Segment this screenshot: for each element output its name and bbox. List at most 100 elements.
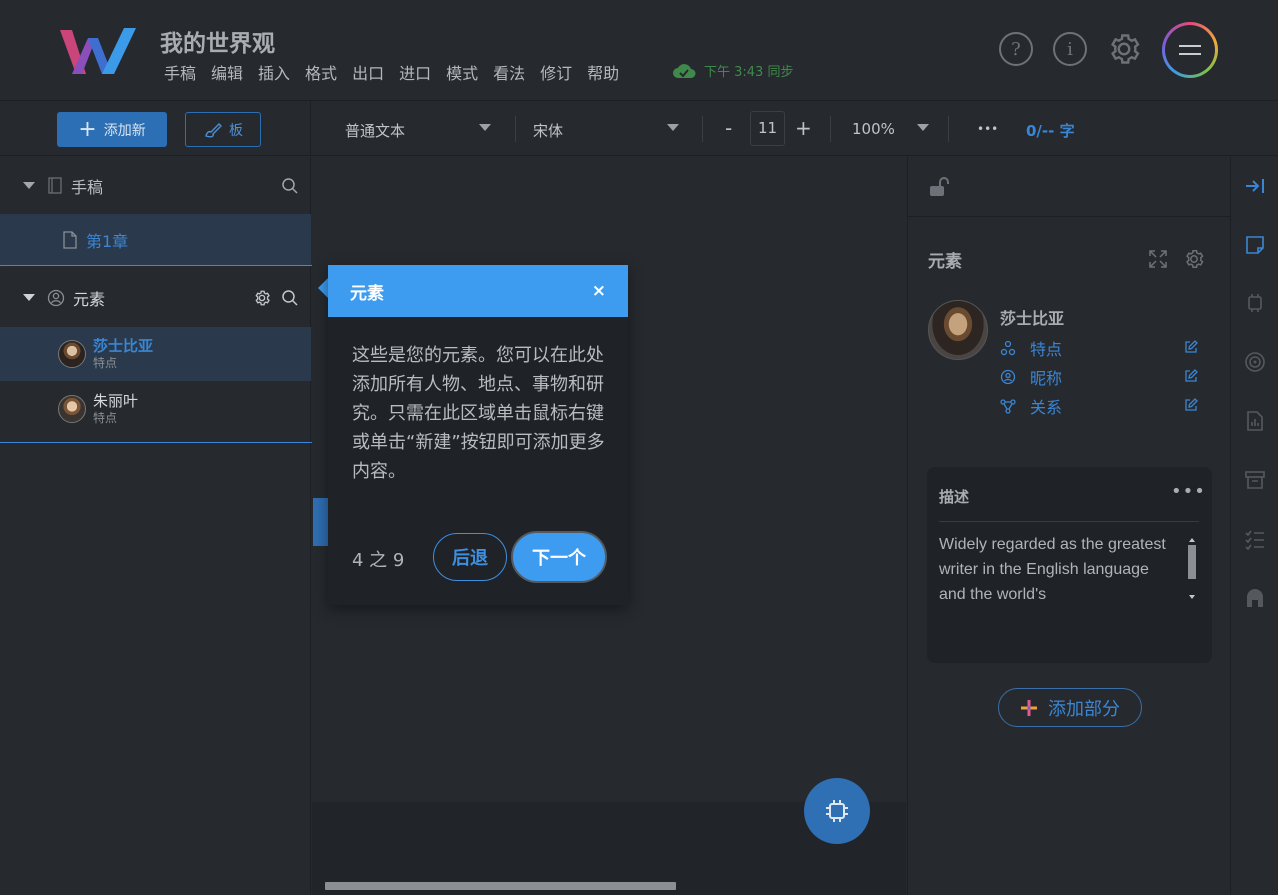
search-icon[interactable] [281, 289, 299, 307]
description-text[interactable]: Widely regarded as the greatest writer i… [939, 532, 1179, 607]
element-type: 特点 [93, 411, 118, 425]
menu-export[interactable]: 出口 [352, 60, 384, 84]
plus-icon: + [78, 116, 97, 142]
add-new-button[interactable]: + 添加新 [57, 112, 167, 147]
chapter-label: 第1章 [86, 232, 129, 251]
menu-icon[interactable] [1162, 22, 1218, 78]
app-logo [58, 24, 138, 76]
element-portrait[interactable] [928, 300, 988, 360]
toolbar-divider [948, 116, 949, 142]
add-section-button[interactable]: 添加部分 [998, 688, 1142, 727]
tour-title: 元素 [350, 283, 384, 304]
element-name: 朱丽叶 [93, 392, 139, 410]
menu-format[interactable]: 格式 [305, 60, 337, 84]
info-icon[interactable]: i [1053, 32, 1087, 66]
expand-icon[interactable] [1148, 249, 1168, 269]
collapse-triangle-icon[interactable] [23, 294, 35, 301]
ai-chip-icon[interactable] [1244, 292, 1266, 314]
gear-icon[interactable] [1183, 248, 1205, 270]
toolbar-divider [515, 116, 516, 142]
scroll-up-arrow-icon[interactable] [1188, 537, 1196, 543]
app-header: 我的世界观 手稿 编辑 插入 格式 出口 进口 模式 看法 修订 帮助 下午 3… [0, 0, 1278, 101]
tour-next-button[interactable]: 下一个 [511, 531, 607, 583]
edit-icon[interactable] [1184, 369, 1198, 383]
paragraph-style-select[interactable]: 普通文本 [345, 120, 405, 141]
menu-revision[interactable]: 修订 [540, 60, 572, 84]
menu-bar: 手稿 编辑 插入 格式 出口 进口 模式 看法 修订 帮助 [164, 60, 634, 84]
attribute-traits[interactable]: 特点 [1000, 336, 1062, 360]
chevron-down-icon[interactable] [667, 124, 679, 131]
sidebar-toolbar: + 添加新 板 [0, 101, 311, 156]
cloud-check-icon [673, 63, 696, 78]
chapter-item[interactable]: 第1章 [0, 214, 311, 266]
gear-icon[interactable] [1106, 31, 1142, 67]
menu-mode[interactable]: 模式 [446, 60, 478, 84]
font-select[interactable]: 宋体 [533, 120, 563, 141]
description-title: 描述 [939, 488, 970, 506]
avatar [58, 395, 86, 423]
font-size-decrease-button[interactable]: - [725, 116, 732, 140]
menu-import[interactable]: 进口 [399, 60, 431, 84]
edit-icon[interactable] [1184, 398, 1198, 412]
description-card: 描述 ••• Widely regarded as the greatest w… [927, 467, 1212, 663]
gear-icon[interactable] [253, 289, 271, 307]
tour-pointer [318, 278, 328, 298]
element-item-juliet[interactable]: 朱丽叶 特点 [0, 382, 311, 436]
description-scrollbar[interactable] [1188, 545, 1196, 579]
add-section-label: 添加部分 [1048, 698, 1120, 720]
board-button[interactable]: 板 [185, 112, 261, 147]
zoom-select[interactable]: 100% [852, 120, 895, 138]
sync-text: 下午 3:43 同步 [704, 65, 794, 80]
collapse-right-icon[interactable] [1244, 175, 1266, 197]
tour-body-text: 这些是您的元素。您可以在此处添加所有人物、地点、事物和研究。只需在此区域单击鼠标… [352, 345, 605, 482]
helmet-icon[interactable] [1244, 587, 1266, 609]
toolbar-divider [830, 116, 831, 142]
report-icon[interactable] [1244, 410, 1266, 432]
menu-view[interactable]: 看法 [493, 60, 525, 84]
ai-assistant-button[interactable] [804, 778, 870, 844]
attribute-relations[interactable]: 关系 [1000, 394, 1062, 418]
scroll-down-arrow-icon[interactable] [1188, 594, 1196, 600]
chevron-down-icon[interactable] [917, 124, 929, 131]
editor-toolbar: 普通文本 宋体 - 11 + 100% ••• 0/-- 字 [311, 101, 1278, 156]
word-count[interactable]: 0/-- 字 [1026, 120, 1075, 141]
collapse-triangle-icon[interactable] [23, 182, 35, 189]
menu-insert[interactable]: 插入 [258, 60, 290, 84]
attribute-nickname[interactable]: 昵称 [1000, 365, 1062, 389]
attribute-label: 关系 [1030, 398, 1063, 417]
element-type: 特点 [93, 356, 118, 370]
archive-icon[interactable] [1244, 469, 1266, 491]
elements-label: 元素 [73, 289, 106, 309]
font-size-increase-button[interactable]: + [795, 116, 812, 140]
collapse-panel-tab[interactable] [313, 498, 328, 546]
toolbar-divider [702, 116, 703, 142]
edit-icon[interactable] [1184, 340, 1198, 354]
chevron-down-icon[interactable] [479, 124, 491, 131]
more-options-icon[interactable]: ••• [1171, 481, 1206, 502]
close-icon[interactable]: × [592, 281, 606, 301]
document-icon [63, 231, 77, 249]
unlock-icon[interactable] [928, 175, 952, 199]
avatar [58, 340, 86, 368]
element-item-shakespeare[interactable]: 莎士比亚 特点 [0, 327, 311, 381]
menu-manuscript[interactable]: 手稿 [164, 60, 196, 84]
notes-icon[interactable] [1244, 234, 1266, 256]
target-icon[interactable] [1244, 351, 1266, 373]
manuscript-section-header[interactable]: 手稿 [0, 157, 311, 214]
app-title: 我的世界观 [160, 31, 275, 57]
font-size-input[interactable]: 11 [750, 111, 785, 146]
horizontal-scrollbar[interactable] [325, 882, 676, 890]
search-icon[interactable] [281, 177, 299, 195]
checklist-icon[interactable] [1244, 528, 1266, 550]
elements-section-header[interactable]: 元素 [0, 269, 311, 326]
tour-back-button[interactable]: 后退 [433, 533, 507, 581]
person-circle-icon [47, 289, 65, 306]
menu-help[interactable]: 帮助 [587, 60, 619, 84]
inspector-title: 元素 [928, 252, 962, 272]
more-options-button[interactable]: ••• [977, 122, 998, 136]
inspector-top-bar [908, 157, 1231, 217]
help-icon[interactable]: ? [999, 32, 1033, 66]
menu-edit[interactable]: 编辑 [211, 60, 243, 84]
element-title: 莎士比亚 [1000, 309, 1065, 328]
inspector-panel: 元素 莎士比亚 特点 昵称 关系 描述 ••• Widely regarded … [907, 157, 1231, 895]
